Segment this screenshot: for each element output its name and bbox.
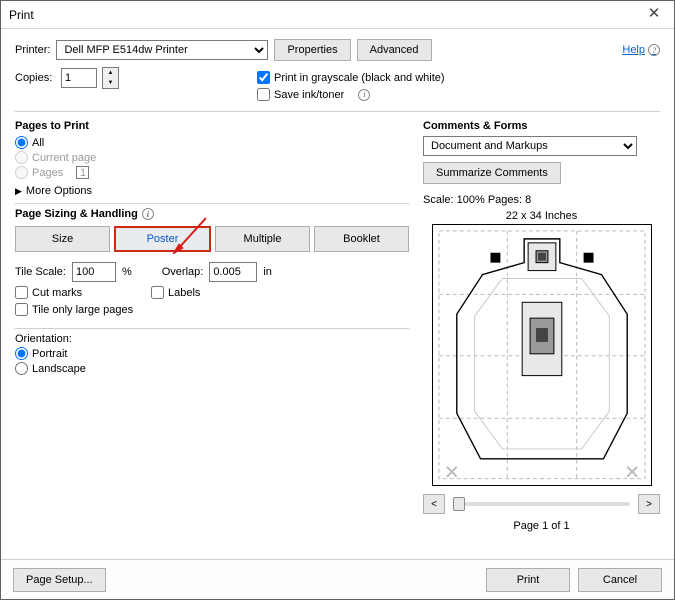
advanced-button[interactable]: Advanced [357,39,432,61]
copies-down-button[interactable]: ▼ [103,78,118,88]
tile-scale-label: Tile Scale: [15,266,66,278]
help-icon: ? [648,44,660,56]
overlap-input[interactable] [209,262,257,282]
cutmarks-checkbox[interactable] [15,286,28,299]
preview-svg [433,225,651,485]
orientation-heading: Orientation: [15,333,409,345]
copies-input[interactable] [61,68,97,88]
scale-pages-label: Scale: 100% Pages: 8 [423,194,660,206]
printer-select[interactable]: Dell MFP E514dw Printer [56,40,268,60]
radio-landscape[interactable] [15,362,28,375]
summarize-button[interactable]: Summarize Comments [423,162,561,184]
comments-heading: Comments & Forms [423,120,660,132]
multiple-button[interactable]: Multiple [215,226,310,252]
radio-pages [15,166,28,179]
comments-combo[interactable]: Document and Markups [423,136,637,156]
sizing-heading: Page Sizing & Handling [15,208,138,220]
saveink-checkbox-row[interactable]: Save ink/toner i [257,88,660,101]
radio-all-row[interactable]: All [15,136,409,149]
copies-label: Copies: [15,72,55,84]
tile-scale-input[interactable] [72,262,116,282]
radio-pages-label: Pages [32,167,72,179]
copies-spinner[interactable]: ▲ ▼ [102,67,119,89]
labels-checkbox[interactable] [151,286,164,299]
page-setup-button[interactable]: Page Setup... [13,568,106,592]
radio-current [15,151,28,164]
cutmarks-row[interactable]: Cut marks [15,286,145,299]
print-button[interactable]: Print [486,568,570,592]
grayscale-checkbox[interactable] [257,71,270,84]
percent-label: % [122,266,132,278]
radio-pages-row: Pages [15,166,409,179]
tile-large-label: Tile only large pages [32,304,133,316]
print-preview [432,224,652,486]
more-options-toggle[interactable]: ▶ More Options [15,185,409,197]
next-page-button[interactable]: > [638,494,660,514]
booklet-button[interactable]: Booklet [314,226,409,252]
more-options-label: More Options [26,185,92,197]
cancel-button[interactable]: Cancel [578,568,662,592]
close-icon[interactable]: ✕ [642,3,666,27]
grayscale-label: Print in grayscale (black and white) [274,72,445,84]
radio-current-row: Current page [15,151,409,164]
poster-button[interactable]: Poster [114,226,211,252]
info-icon: i [358,89,370,101]
cutmarks-label: Cut marks [32,287,82,299]
pages-heading: Pages to Print [15,120,409,132]
saveink-checkbox[interactable] [257,88,270,101]
radio-all-label: All [32,137,44,149]
help-label: Help [622,44,645,56]
page-slider[interactable] [453,502,630,506]
window-title: Print [9,1,34,29]
radio-landscape-label: Landscape [32,363,86,375]
copies-up-button[interactable]: ▲ [103,68,118,78]
radio-all[interactable] [15,136,28,149]
radio-landscape-row[interactable]: Landscape [15,362,409,375]
radio-portrait-row[interactable]: Portrait [15,347,409,360]
overlap-label: Overlap: [162,266,204,278]
tile-large-row[interactable]: Tile only large pages [15,303,409,316]
dimensions-label: 22 x 34 Inches [423,210,660,222]
overlap-unit: in [263,266,272,278]
prev-page-button[interactable]: < [423,494,445,514]
saveink-label: Save ink/toner [274,89,344,101]
info-icon: i [142,208,154,220]
help-link[interactable]: Help ? [622,44,660,56]
printer-label: Printer: [15,44,50,56]
pages-input [76,166,89,179]
tile-large-checkbox[interactable] [15,303,28,316]
labels-row[interactable]: Labels [151,286,200,299]
radio-current-label: Current page [32,152,96,164]
size-button[interactable]: Size [15,226,110,252]
page-slider-thumb[interactable] [453,497,465,511]
page-indicator: Page 1 of 1 [423,520,660,532]
properties-button[interactable]: Properties [274,39,350,61]
radio-portrait-label: Portrait [32,348,67,360]
labels-label: Labels [168,287,200,299]
radio-portrait[interactable] [15,347,28,360]
grayscale-checkbox-row[interactable]: Print in grayscale (black and white) [257,71,660,84]
triangle-right-icon: ▶ [15,186,22,197]
